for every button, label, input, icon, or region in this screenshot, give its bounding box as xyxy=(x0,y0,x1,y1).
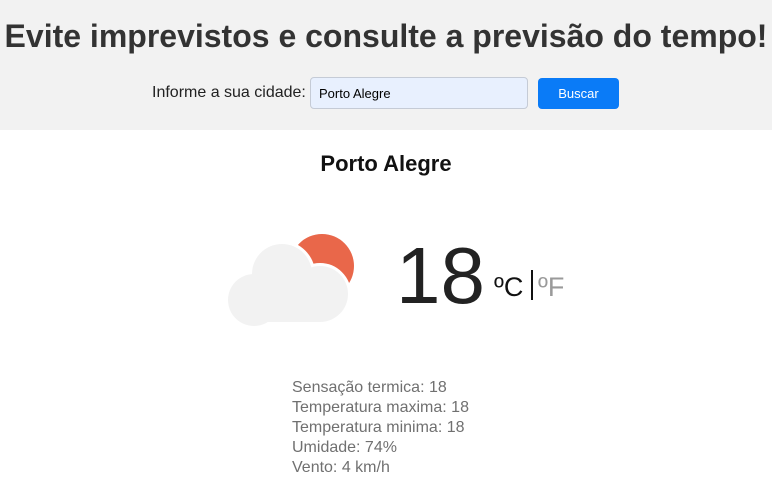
detail-feels-like: Sensação termica: 18 xyxy=(292,379,447,396)
city-name: Porto Alegre xyxy=(320,151,452,176)
detail-max-temp: Temperatura maxima: 18 xyxy=(292,399,469,416)
unit-divider xyxy=(531,270,533,300)
search-button[interactable]: Buscar xyxy=(538,78,619,109)
city-search-input[interactable] xyxy=(310,77,528,109)
fahrenheit-toggle[interactable]: ºF xyxy=(538,272,564,303)
detail-humidity: Umidade: 74% xyxy=(292,439,397,456)
search-header: Evite imprevistos e consulte a previsão … xyxy=(0,0,772,130)
detail-wind: Vento: 4 km/h xyxy=(292,459,390,476)
temperature-value: 18 xyxy=(396,231,485,320)
partly-cloudy-icon xyxy=(226,234,354,326)
weather-details: Sensação termica: 18 Temperatura maxima:… xyxy=(292,378,469,478)
celsius-toggle[interactable]: ºC xyxy=(494,272,523,303)
city-label: Informe a sua cidade: xyxy=(152,84,306,101)
page-title: Evite imprevistos e consulte a previsão … xyxy=(4,18,768,54)
detail-min-temp: Temperatura minima: 18 xyxy=(292,419,465,436)
